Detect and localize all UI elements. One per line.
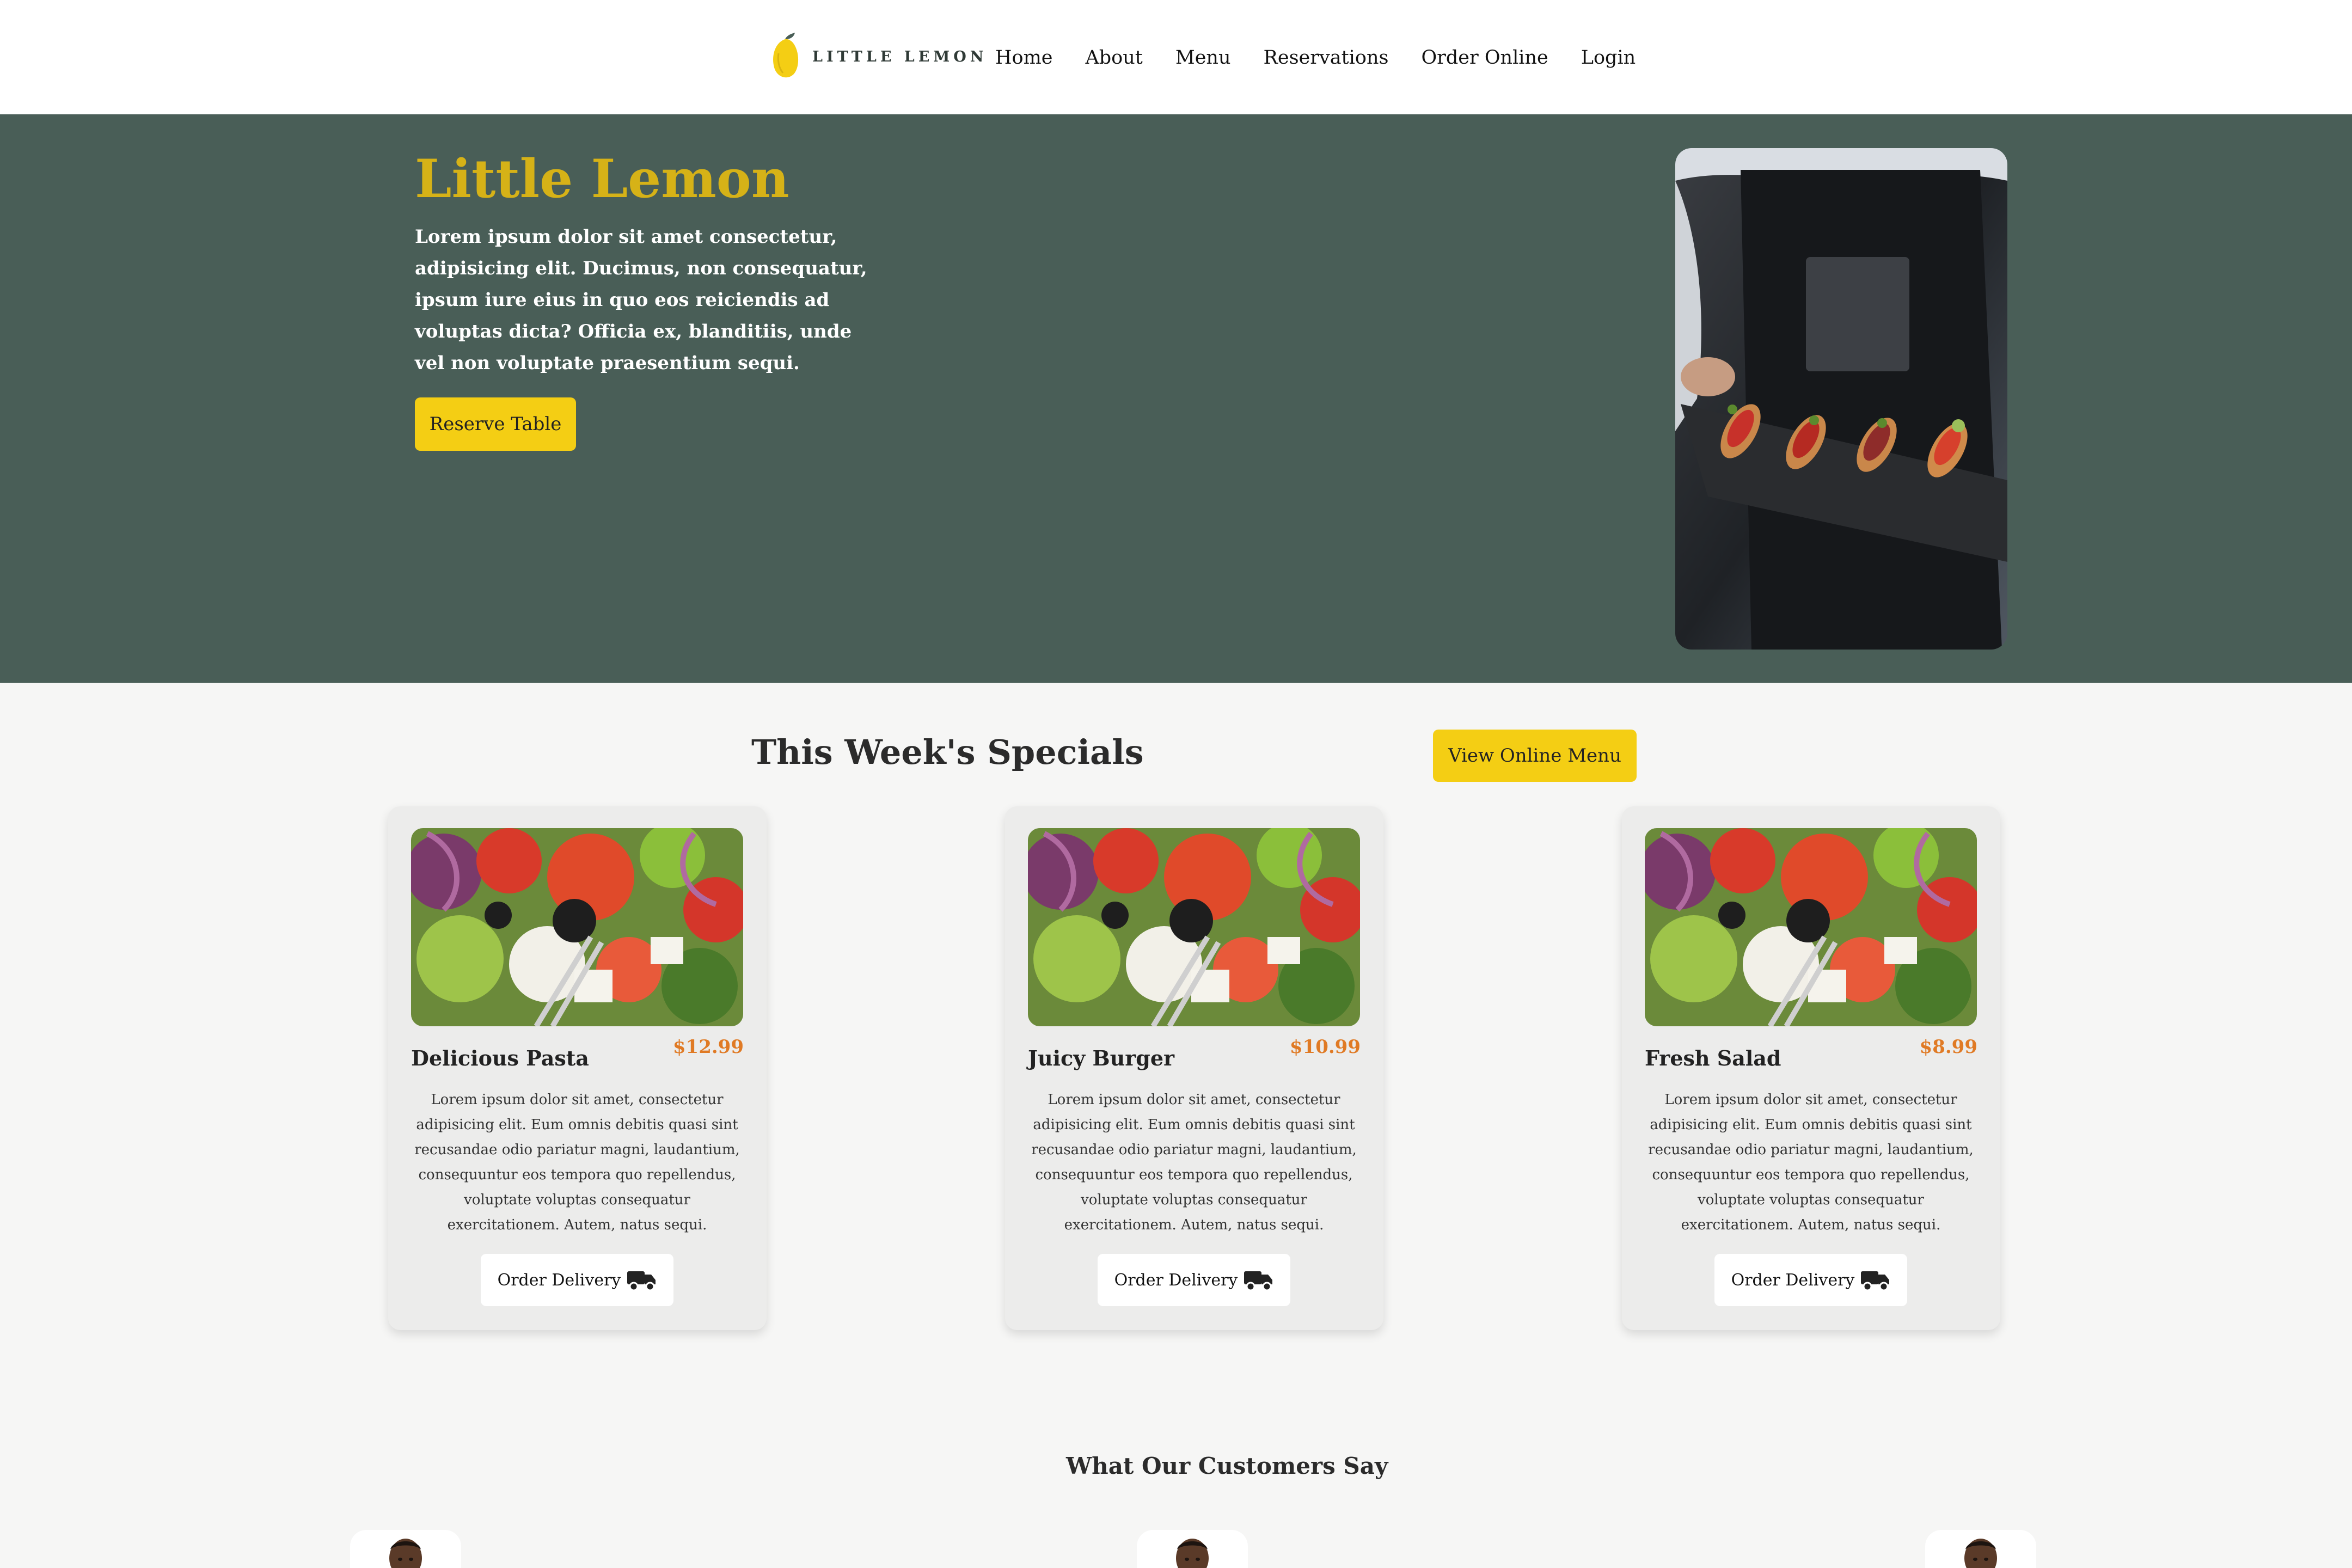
special-card: Fresh Salad $8.99 Lorem ipsum dolor sit … bbox=[1622, 806, 2000, 1330]
customer-avatar-image bbox=[1959, 1535, 2002, 1568]
special-name: Fresh Salad bbox=[1645, 1046, 1781, 1070]
testimonials-title: What Our Customers Say bbox=[1066, 1453, 1388, 1479]
truck-icon bbox=[1244, 1271, 1273, 1291]
testimonial-card bbox=[1137, 1530, 1248, 1568]
customer-avatar-image bbox=[384, 1535, 427, 1568]
hero-title: Little Lemon bbox=[415, 148, 789, 210]
main-nav: Home About Menu Reservations Order Onlin… bbox=[995, 42, 1668, 73]
testimonial-card bbox=[350, 1530, 461, 1568]
nav-menu[interactable]: Menu bbox=[1175, 47, 1231, 69]
avatar bbox=[384, 1535, 427, 1568]
truck-icon bbox=[627, 1271, 656, 1291]
logo-text: LITTLE LEMON bbox=[812, 48, 988, 65]
view-online-menu-button[interactable]: View Online Menu bbox=[1433, 730, 1637, 782]
special-description: Lorem ipsum dolor sit amet, consectetur … bbox=[1648, 1092, 1974, 1233]
customer-avatar-image bbox=[1171, 1535, 1214, 1568]
special-card: Juicy Burger $10.99 Lorem ipsum dolor si… bbox=[1005, 806, 1383, 1330]
special-description: Lorem ipsum dolor sit amet, consectetur … bbox=[414, 1092, 740, 1233]
specials-title: This Week's Specials bbox=[751, 732, 1144, 772]
greek-salad-image bbox=[1645, 828, 1977, 1026]
order-delivery-button[interactable]: Order Delivery bbox=[1098, 1254, 1290, 1306]
avatar bbox=[1171, 1535, 1214, 1568]
special-dish-image bbox=[1645, 828, 1977, 1026]
hero-description: Lorem ipsum dolor sit amet consectetur, … bbox=[415, 226, 867, 374]
special-dish-image bbox=[1028, 828, 1360, 1026]
greek-salad-image bbox=[411, 828, 743, 1026]
top-navigation: LITTLE LEMON Home About Menu Reservation… bbox=[0, 0, 2352, 114]
special-card: Delicious Pasta $12.99 Lorem ipsum dolor… bbox=[388, 806, 767, 1330]
hero-section: Little Lemon Lorem ipsum dolor sit amet … bbox=[0, 114, 2352, 683]
special-name: Delicious Pasta bbox=[411, 1046, 589, 1070]
special-name: Juicy Burger bbox=[1028, 1046, 1175, 1070]
order-delivery-button[interactable]: Order Delivery bbox=[1714, 1254, 1907, 1306]
nav-order-online[interactable]: Order Online bbox=[1421, 47, 1548, 69]
nav-login[interactable]: Login bbox=[1581, 47, 1636, 69]
nav-home[interactable]: Home bbox=[995, 47, 1053, 69]
little-lemon-logo[interactable]: LITTLE LEMON bbox=[769, 32, 987, 82]
order-delivery-label: Order Delivery bbox=[497, 1270, 621, 1290]
special-description: Lorem ipsum dolor sit amet, consectetur … bbox=[1031, 1092, 1357, 1233]
nav-reservations[interactable]: Reservations bbox=[1264, 47, 1389, 69]
special-price: $12.99 bbox=[672, 1036, 744, 1058]
order-delivery-button[interactable]: Order Delivery bbox=[481, 1254, 673, 1306]
nav-about[interactable]: About bbox=[1086, 47, 1143, 69]
special-dish-image bbox=[411, 828, 743, 1026]
testimonial-card bbox=[1925, 1530, 2036, 1568]
greek-salad-image bbox=[1028, 828, 1360, 1026]
chef-serving-bruschetta-image bbox=[1675, 148, 2007, 650]
order-delivery-label: Order Delivery bbox=[1731, 1270, 1855, 1290]
lemon-icon bbox=[773, 33, 799, 78]
order-delivery-label: Order Delivery bbox=[1114, 1270, 1238, 1290]
truck-icon bbox=[1861, 1271, 1890, 1291]
hero-image bbox=[1675, 148, 2007, 650]
reserve-table-button[interactable]: Reserve Table bbox=[415, 397, 576, 451]
avatar bbox=[1959, 1535, 2002, 1568]
special-price: $8.99 bbox=[1919, 1036, 1977, 1058]
special-price: $10.99 bbox=[1289, 1036, 1361, 1058]
